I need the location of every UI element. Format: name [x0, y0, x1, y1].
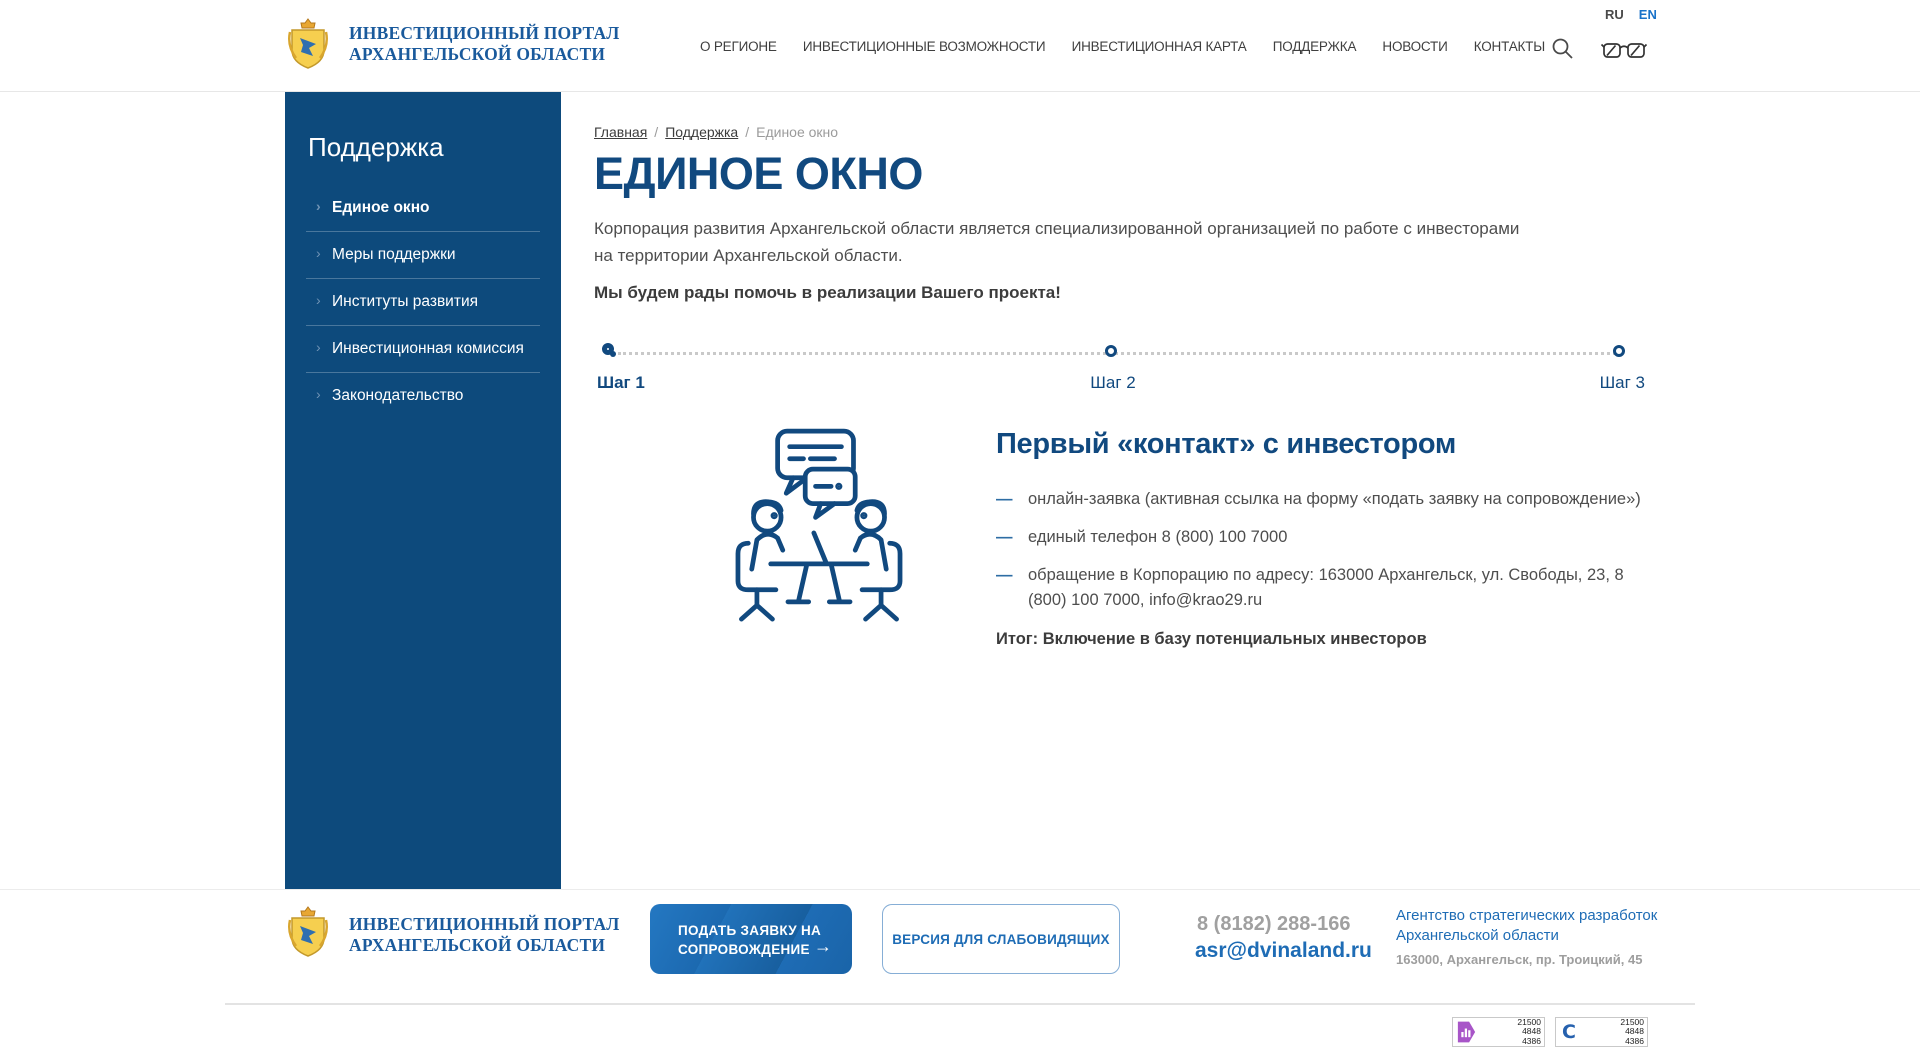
bullet-item: — обращение в Корпорацию по адресу: 1630…: [996, 563, 1646, 613]
breadcrumb-home-link[interactable]: Главная: [594, 124, 647, 140]
footer-divider: [225, 1003, 1695, 1005]
chevron-right-icon: ›: [316, 245, 321, 261]
lang-ru[interactable]: RU: [1605, 7, 1624, 22]
step-1-label: Шаг 1: [597, 373, 645, 393]
visually-impaired-version-button[interactable]: ВЕРСИЯ ДЛЯ СЛАБОВИДЯЩИХ: [882, 904, 1120, 974]
chevron-right-icon: ›: [316, 386, 321, 402]
chevron-right-icon: ›: [316, 292, 321, 308]
sidebar-item-development-institutes[interactable]: › Институты развития: [306, 278, 540, 325]
visit-counter-sputnik[interactable]: C 21500 4848 4386: [1555, 1017, 1648, 1047]
lang-en[interactable]: EN: [1639, 7, 1657, 22]
footer-logo[interactable]: ИНВЕСТИЦИОННЫЙ ПОРТАЛ АРХАНГЕЛЬСКОЙ ОБЛА…: [287, 906, 620, 963]
footer-email-link[interactable]: asr@dvinaland.ru: [1195, 939, 1372, 963]
chevron-right-icon: ›: [316, 339, 321, 355]
nav-item-map[interactable]: ИНВЕСТИЦИОННАЯ КАРТА: [1072, 39, 1247, 54]
nav-item-support[interactable]: ПОДДЕРЖКА: [1273, 39, 1357, 54]
page-title: ЕДИНОЕ ОКНО: [594, 148, 923, 200]
step-2-label[interactable]: Шаг 2: [1090, 373, 1135, 393]
accessibility-glasses-icon[interactable]: [1601, 41, 1647, 61]
footer-site-title: ИНВЕСТИЦИОННЫЙ ПОРТАЛ АРХАНГЕЛЬСКОЙ ОБЛА…: [349, 914, 620, 956]
language-switcher: RU EN: [1605, 7, 1657, 22]
site-logo[interactable]: ИНВЕСТИЦИОННЫЙ ПОРТАЛ АРХАНГЕЛЬСКОЙ ОБЛА…: [287, 18, 620, 70]
section-heading: Первый «контакт» с инвестором: [996, 428, 1646, 461]
page: ИНВЕСТИЦИОННЫЙ ПОРТАЛ АРХАНГЕЛЬСКОЙ ОБЛА…: [0, 0, 1920, 1059]
nav-item-contacts[interactable]: КОНТАКТЫ: [1474, 39, 1545, 54]
dash-marker: —: [996, 487, 1013, 512]
nav-item-opportunities[interactable]: ИНВЕСТИЦИОННЫЕ ВОЗМОЖНОСТИ: [803, 39, 1046, 54]
footer-address: 163000, Архангельск, пр. Троицкий, 45: [1396, 952, 1642, 967]
dash-marker: —: [996, 563, 1013, 588]
header: ИНВЕСТИЦИОННЫЙ ПОРТАЛ АРХАНГЕЛЬСКОЙ ОБЛА…: [0, 0, 1920, 92]
lead-paragraph: Мы будем рады помочь в реализации Вашего…: [594, 283, 1061, 303]
intro-paragraph: Корпорация развития Архангельской област…: [594, 215, 1539, 269]
search-icon[interactable]: [1551, 37, 1574, 60]
nav-item-news[interactable]: НОВОСТИ: [1382, 39, 1447, 54]
step-content: Первый «контакт» с инвестором — онлайн-з…: [996, 428, 1646, 649]
step-dotted-line: [618, 352, 1621, 355]
result-line: Итог: Включение в базу потенциальных инв…: [996, 630, 1646, 649]
sidebar-item-investment-commission[interactable]: › Инвестиционная комиссия: [306, 325, 540, 372]
apply-for-support-button[interactable]: ПОДАТЬ ЗАЯВКУ НА СОПРОВОЖДЕНИЕ →: [650, 904, 852, 974]
coat-of-arms-icon: [287, 18, 329, 70]
meeting-illustration: [724, 426, 914, 631]
liveinternet-icon: [1455, 1020, 1477, 1044]
sidebar-menu: › Единое окно › Меры поддержки › Институ…: [285, 185, 561, 419]
sidebar-title: Поддержка: [285, 92, 561, 163]
step-2-marker[interactable]: [1105, 345, 1117, 357]
breadcrumb: Главная / Поддержка / Единое окно: [594, 124, 838, 140]
sidebar-item-single-window[interactable]: › Единое окно: [306, 185, 540, 231]
step-3-label[interactable]: Шаг 3: [1600, 373, 1645, 393]
arrow-right-icon: →: [814, 936, 832, 957]
bullet-list: — онлайн-заявка (активная ссылка на форм…: [996, 487, 1646, 613]
sputnik-icon: C: [1558, 1021, 1580, 1043]
visit-counter-liveinternet[interactable]: 21500 4848 4386: [1452, 1017, 1545, 1047]
breadcrumb-current: Единое окно: [756, 124, 838, 140]
step-3-marker[interactable]: [1613, 345, 1625, 357]
sidebar-item-support-measures[interactable]: › Меры поддержки: [306, 231, 540, 278]
coat-of-arms-icon: [287, 906, 329, 963]
nav-item-region[interactable]: О РЕГИОНЕ: [700, 39, 777, 54]
chevron-right-icon: ›: [316, 198, 321, 214]
breadcrumb-separator: /: [745, 124, 749, 140]
bullet-item: — единый телефон 8 (800) 100 7000: [996, 525, 1646, 550]
sidebar-item-legislation[interactable]: › Законодательство: [306, 372, 540, 419]
sidebar-support: Поддержка › Единое окно › Меры поддержки…: [285, 92, 561, 889]
agency-link[interactable]: Агентство стратегических разработок Арха…: [1396, 906, 1657, 946]
breadcrumb-section-link[interactable]: Поддержка: [665, 124, 738, 140]
breadcrumb-separator: /: [654, 124, 658, 140]
site-title: ИНВЕСТИЦИОННЫЙ ПОРТАЛ АРХАНГЕЛЬСКОЙ ОБЛА…: [349, 23, 620, 65]
dash-marker: —: [996, 525, 1013, 550]
bullet-item: — онлайн-заявка (активная ссылка на форм…: [996, 487, 1646, 512]
footer-phone: 8 (8182) 288-166: [1197, 913, 1350, 936]
main-nav: О РЕГИОНЕ ИНВЕСТИЦИОННЫЕ ВОЗМОЖНОСТИ ИНВ…: [700, 0, 1545, 92]
footer: ИНВЕСТИЦИОННЫЙ ПОРТАЛ АРХАНГЕЛЬСКОЙ ОБЛА…: [0, 889, 1920, 1059]
step-progress: Шаг 1 Шаг 2 Шаг 3: [594, 344, 1645, 396]
step-1-marker-active: [602, 343, 614, 355]
